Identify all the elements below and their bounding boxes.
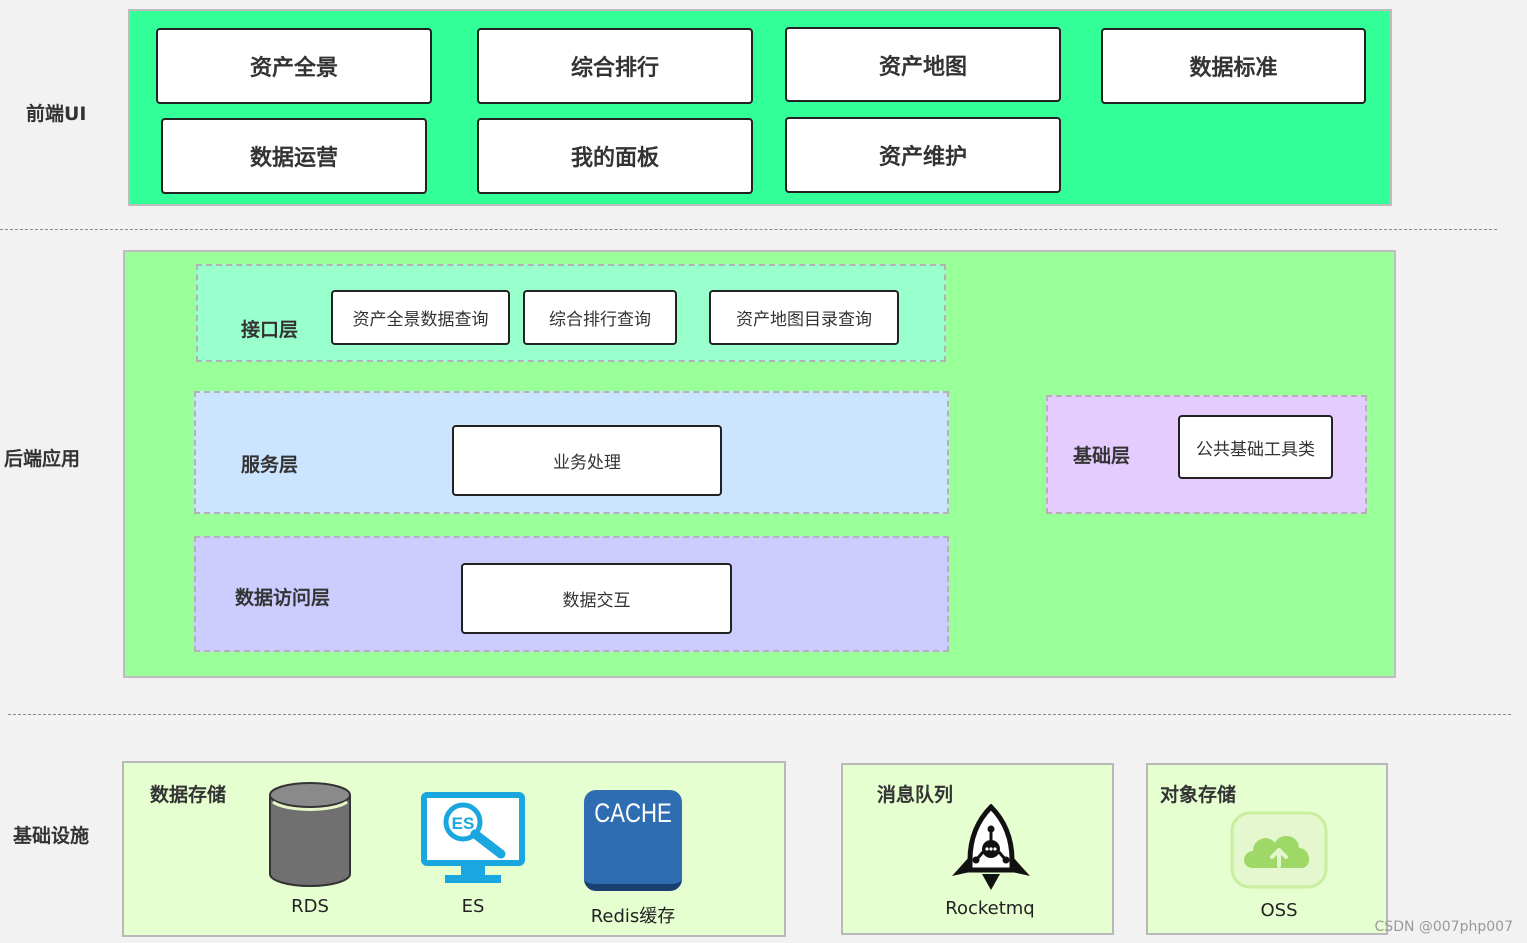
elasticsearch-monitor-icon: ES	[421, 792, 525, 883]
watermark-text: CSDN @007php007	[1374, 919, 1513, 935]
api-asset-map-catalog-query[interactable]: 资产地图目录查询	[709, 290, 899, 345]
redis-cache-label: Redis缓存	[590, 906, 676, 927]
module-data-operations[interactable]: 数据运营	[161, 118, 427, 194]
common-utilities-box[interactable]: 公共基础工具类	[1178, 415, 1333, 479]
rds-label: RDS	[291, 896, 329, 917]
module-data-standard[interactable]: 数据标准	[1101, 28, 1366, 104]
module-my-dashboard[interactable]: 我的面板	[477, 118, 753, 194]
foundation-layer-label: 基础层	[1073, 445, 1131, 467]
cache-badge-text: CACHE	[594, 798, 672, 828]
separator-frontend-backend	[0, 229, 1497, 230]
api-ranking-query[interactable]: 综合排行查询	[523, 290, 677, 345]
service-layer-label: 服务层	[241, 454, 299, 476]
cache-icon: CACHE	[584, 790, 682, 891]
svg-text:ES: ES	[452, 814, 475, 833]
data-storage-title: 数据存储	[150, 784, 227, 806]
infrastructure-section-label: 基础设施	[13, 825, 90, 847]
database-cylinder-icon	[269, 782, 351, 887]
module-asset-maintenance[interactable]: 资产维护	[785, 117, 1061, 193]
rocketmq-label: Rocketmq	[945, 898, 1035, 919]
business-processing-box[interactable]: 业务处理	[452, 425, 722, 496]
rocket-icon	[952, 804, 1030, 890]
data-access-layer-label: 数据访问层	[235, 587, 331, 609]
message-queue-title: 消息队列	[877, 784, 954, 806]
module-comprehensive-ranking[interactable]: 综合排行	[477, 28, 753, 104]
cloud-upload-icon	[1230, 811, 1328, 889]
interface-layer-label: 接口层	[241, 319, 299, 341]
separator-backend-infra	[8, 714, 1511, 715]
oss-label: OSS	[1260, 900, 1298, 921]
es-label: ES	[461, 896, 485, 917]
module-asset-overview[interactable]: 资产全景	[156, 28, 432, 104]
api-asset-overview-query[interactable]: 资产全景数据查询	[331, 290, 510, 345]
frontend-section-label: 前端UI	[26, 103, 87, 125]
backend-section-label: 后端应用	[4, 448, 81, 470]
object-storage-title: 对象存储	[1160, 784, 1237, 806]
module-asset-map[interactable]: 资产地图	[785, 27, 1061, 102]
data-interaction-box[interactable]: 数据交互	[461, 563, 732, 634]
